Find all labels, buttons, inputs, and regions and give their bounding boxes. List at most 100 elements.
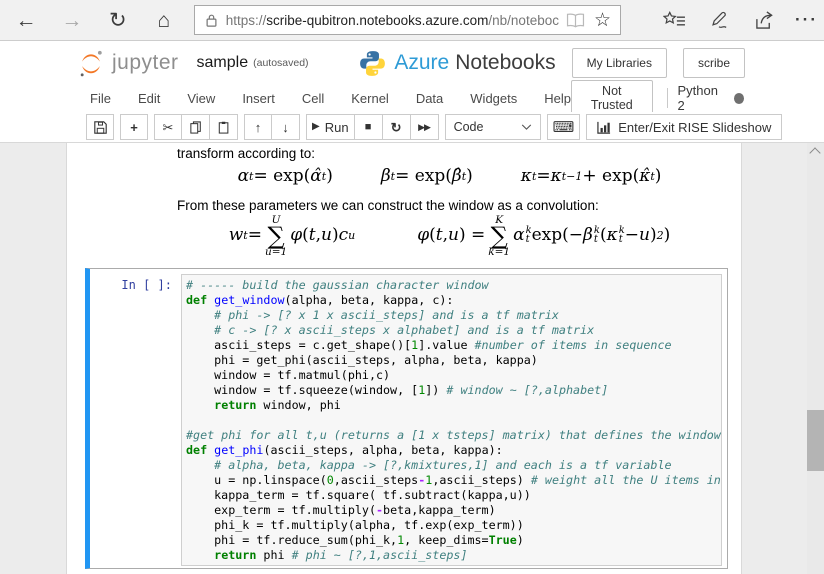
address-bar[interactable]: https://scribe-qubitron.notebooks.azure.… (194, 5, 621, 35)
equation-parameters: αt = exp(α̂t)βt = exp(β̂t)κt = κt−1 + ex… (177, 158, 722, 194)
code-line: kappa_term = tf.square( tf.subtract(kapp… (186, 488, 717, 503)
interrupt-kernel-button[interactable]: ■ (355, 114, 383, 140)
code-line: def get_phi(ascii_steps, alpha, beta, ka… (186, 443, 717, 458)
code-line: ascii_steps = c.get_shape()[1].value #nu… (186, 338, 717, 353)
save-button[interactable] (86, 114, 114, 140)
menu-item-cell[interactable]: Cell (302, 91, 324, 106)
run-cell-button[interactable]: ▶ Run (306, 114, 355, 140)
lock-icon (206, 13, 217, 27)
cell-type-value: Code (454, 120, 484, 134)
add-cell-button[interactable]: + (120, 114, 148, 140)
arrow-down-icon: ↓ (282, 121, 289, 134)
move-cell-up-button[interactable]: ↑ (244, 114, 272, 140)
equation-window-convolution: wt = U∑u=1φ(t, u)cuφ(t, u) = K∑k=1αkt ex… (177, 209, 722, 261)
azure-notebooks-brand[interactable]: Azure Notebooks (359, 50, 555, 77)
not-trusted-button[interactable]: Not Trusted (571, 80, 653, 116)
back-arrow-icon[interactable]: ← (12, 10, 40, 31)
code-line: window = tf.squeeze(window, [1]) # windo… (186, 383, 717, 398)
copy-icon (190, 121, 202, 134)
notebook-header: jupyter sample (autosaved) Azure Noteboo… (0, 42, 824, 84)
page-scrollbar[interactable] (807, 143, 824, 574)
kernel-status-icon (734, 93, 744, 104)
code-line: exp_term = tf.multiply(-beta,kappa_term) (186, 503, 717, 518)
command-palette-button[interactable]: ⌨ (547, 114, 581, 140)
restart-run-all-button[interactable]: ▶▶ (411, 114, 439, 140)
cut-cell-button[interactable]: ✂ (154, 114, 182, 140)
stop-icon: ■ (365, 122, 372, 133)
code-line: # c -> [? x ascii_steps x alphabet] and … (186, 323, 717, 338)
menu-item-kernel[interactable]: Kernel (351, 91, 389, 106)
code-line: phi = get_phi(ascii_steps, alpha, beta, … (186, 353, 717, 368)
code-line: phi_k = tf.multiply(alpha, tf.exp(exp_te… (186, 518, 717, 533)
scissors-icon: ✂ (163, 121, 174, 134)
scribe-button[interactable]: scribe (683, 48, 745, 78)
notebook-title[interactable]: sample (197, 54, 249, 72)
reading-view-icon[interactable] (566, 13, 585, 28)
code-line: phi = tf.reduce_sum(phi_k,1, keep_dims=T… (186, 533, 717, 548)
menu-item-edit[interactable]: Edit (138, 91, 160, 106)
python-logo-icon (359, 50, 386, 77)
rise-label: Enter/Exit RISE Slideshow (618, 120, 771, 135)
more-options-icon[interactable]: ··· (795, 10, 818, 30)
menu-item-data[interactable]: Data (416, 91, 443, 106)
rise-slideshow-button[interactable]: Enter/Exit RISE Slideshow (586, 114, 782, 140)
run-icon: ▶ (312, 122, 320, 132)
code-editor[interactable]: # ----- build the gaussian character win… (181, 274, 722, 566)
kernel-indicator-zone: Python 2 (667, 83, 744, 113)
forward-arrow-icon[interactable]: → (58, 10, 86, 31)
paste-cell-button[interactable] (210, 114, 238, 140)
my-libraries-button[interactable]: My Libraries (572, 48, 667, 78)
menu-items: File Edit View Insert Cell Kernel Data Widgets H… (0, 91, 571, 106)
refresh-icon[interactable]: ↻ (104, 10, 132, 31)
plus-icon: + (130, 121, 138, 134)
code-line: window = tf.matmul(phi,c) (186, 368, 717, 383)
add-favorite-star-icon[interactable]: ☆ (594, 11, 611, 30)
jupyter-logo-text: jupyter (112, 51, 179, 75)
code-line: u = np.linspace(0,ascii_steps-1,ascii_st… (186, 473, 717, 488)
code-cell[interactable]: In [ ]: # ----- build the gaussian chara… (85, 268, 728, 569)
notebook-toolbar: + ✂ ↑ ↓ ▶ Run ■ ↻ ▶▶ Code ⌨ Enter/Exit RI… (0, 112, 824, 143)
brand-azure-text: Azure (394, 51, 449, 75)
home-icon[interactable]: ⌂ (150, 10, 178, 31)
code-line: return window, phi (186, 398, 717, 413)
move-cell-down-button[interactable]: ↓ (272, 114, 300, 140)
code-line: return phi # phi ~ [?,1,ascii_steps] (186, 548, 717, 563)
browser-navigation-bar: ← → ↻ ⌂ https://scribe-qubitron.notebook… (0, 0, 824, 41)
code-line: def get_window(alpha, beta, kappa, c): (186, 293, 717, 308)
menu-item-widgets[interactable]: Widgets (470, 91, 517, 106)
browser-action-icons: ··· (641, 10, 824, 30)
url-text[interactable]: https://scribe-qubitron.notebooks.azure.… (226, 13, 559, 28)
code-line (186, 413, 717, 428)
fast-forward-icon: ▶▶ (418, 122, 430, 133)
cell-input-prompt: In [ ]: (95, 274, 181, 563)
jupyter-logo-icon[interactable]: jupyter (76, 49, 179, 78)
menu-item-insert[interactable]: Insert (242, 91, 275, 106)
restart-icon: ↻ (391, 121, 402, 134)
copy-cell-button[interactable] (182, 114, 210, 140)
menu-item-help[interactable]: Help (544, 91, 571, 106)
menu-bar: File Edit View Insert Cell Kernel Data Widgets H… (0, 84, 824, 112)
keyboard-icon: ⌨ (553, 120, 575, 135)
notebook-page: transform according to: αt = exp(α̂t)βt … (66, 143, 742, 574)
chevron-down-icon (521, 124, 532, 130)
run-label: Run (325, 120, 349, 135)
kernel-name: Python 2 (677, 83, 725, 113)
favorites-hub-icon[interactable] (662, 11, 686, 30)
code-line: # phi -> [? x 1 x ascii_steps] and is a … (186, 308, 717, 323)
arrow-up-icon: ↑ (255, 121, 262, 134)
scrollbar-up-arrow-icon[interactable] (810, 147, 818, 155)
menu-item-file[interactable]: File (90, 91, 111, 106)
code-line: #get phi for all t,u (returns a [1 x tst… (186, 428, 717, 443)
code-line: # alpha, beta, kappa -> [?,kmixtures,1] … (186, 458, 717, 473)
code-line: # ----- build the gaussian character win… (186, 278, 717, 293)
share-icon[interactable] (752, 11, 776, 30)
cell-type-dropdown[interactable]: Code (445, 114, 541, 140)
paste-icon (218, 121, 230, 134)
web-note-pen-icon[interactable] (707, 11, 731, 30)
save-icon (94, 121, 107, 134)
restart-kernel-button[interactable]: ↻ (383, 114, 411, 140)
brand-notebooks-text: Notebooks (455, 51, 555, 75)
scrollbar-thumb[interactable] (807, 410, 824, 471)
kernel-separator (667, 88, 668, 108)
menu-item-view[interactable]: View (187, 91, 215, 106)
